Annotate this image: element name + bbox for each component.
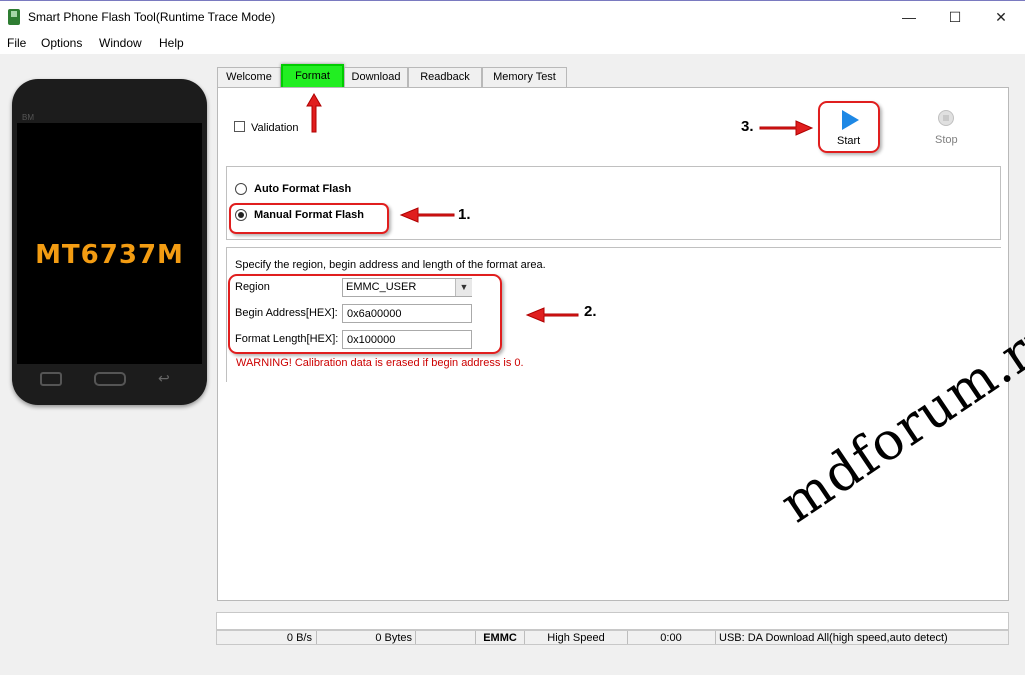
validation-label: Validation bbox=[251, 122, 299, 134]
tab-readback[interactable]: Readback bbox=[408, 67, 482, 87]
status-speed: 0 B/s bbox=[286, 632, 312, 644]
back-key-icon: ↩ bbox=[158, 370, 170, 386]
warning-text: WARNING! Calibration data is erased if b… bbox=[236, 357, 524, 369]
step-1-label: 1. bbox=[458, 206, 471, 223]
status-separator bbox=[524, 631, 525, 644]
format-length-field[interactable] bbox=[342, 330, 472, 349]
stop-button[interactable]: Stop bbox=[935, 134, 958, 146]
auto-format-label: Auto Format Flash bbox=[254, 183, 352, 195]
window-title: Smart Phone Flash Tool(Runtime Trace Mod… bbox=[28, 10, 276, 24]
menu-help[interactable]: Help bbox=[159, 36, 184, 50]
chip-label: MT6737M bbox=[35, 240, 184, 270]
start-button[interactable]: Start bbox=[837, 135, 860, 147]
menu-key-icon bbox=[40, 372, 62, 386]
maximize-button[interactable]: ☐ bbox=[932, 1, 978, 33]
step-2-label: 2. bbox=[584, 303, 597, 320]
manual-format-radio[interactable] bbox=[235, 209, 247, 221]
auto-format-radio[interactable] bbox=[235, 183, 247, 195]
manual-format-label: Manual Format Flash bbox=[254, 209, 365, 221]
tab-welcome[interactable]: Welcome bbox=[217, 67, 281, 87]
step-3-label: 3. bbox=[741, 118, 754, 135]
tab-memory-test[interactable]: Memory Test bbox=[482, 67, 567, 87]
status-usb: USB: DA Download All(high speed,auto det… bbox=[719, 632, 948, 644]
play-icon bbox=[842, 110, 859, 130]
status-separator bbox=[415, 631, 416, 644]
status-separator bbox=[715, 631, 716, 644]
step-2-arrow bbox=[525, 307, 579, 323]
begin-address-label: Begin Address[HEX]: bbox=[235, 307, 338, 319]
progress-bar bbox=[216, 612, 1009, 630]
validation-checkbox[interactable] bbox=[234, 121, 245, 132]
specify-text: Specify the region, begin address and le… bbox=[235, 259, 546, 271]
minimize-button[interactable]: — bbox=[886, 1, 932, 33]
status-bytes: 0 Bytes bbox=[375, 632, 412, 644]
home-key-icon bbox=[94, 372, 126, 386]
app-icon bbox=[8, 9, 20, 25]
phone-brand: BM bbox=[22, 113, 34, 122]
close-button[interactable]: ✕ bbox=[978, 1, 1024, 33]
step-3-arrow bbox=[759, 120, 814, 136]
chevron-down-icon[interactable]: ▼ bbox=[455, 279, 472, 296]
format-tab-arrow bbox=[306, 93, 322, 133]
tab-download[interactable]: Download bbox=[344, 67, 408, 87]
stop-icon bbox=[938, 110, 954, 126]
begin-address-field[interactable] bbox=[342, 304, 472, 323]
step-1-arrow bbox=[399, 207, 455, 223]
status-separator bbox=[316, 631, 317, 644]
status-time: 0:00 bbox=[660, 632, 682, 644]
region-label: Region bbox=[235, 281, 270, 293]
menu-file[interactable]: File bbox=[7, 36, 26, 50]
status-mode: High Speed bbox=[547, 632, 605, 644]
menu-window[interactable]: Window bbox=[99, 36, 142, 50]
title-bar: Smart Phone Flash Tool(Runtime Trace Mod… bbox=[0, 0, 1025, 32]
status-storage: EMMC bbox=[483, 632, 517, 644]
menu-options[interactable]: Options bbox=[41, 36, 82, 50]
format-length-label: Format Length[HEX]: bbox=[235, 333, 339, 345]
menu-bar: File Options Window Help bbox=[0, 32, 1025, 54]
region-value: EMMC_USER bbox=[346, 281, 417, 293]
